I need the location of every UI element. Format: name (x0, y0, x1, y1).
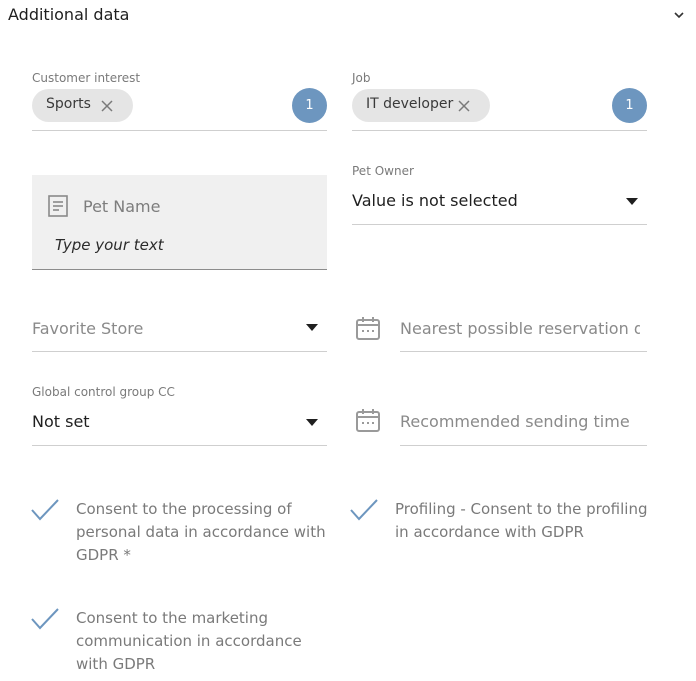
checkmark-icon[interactable] (30, 607, 60, 631)
chip-label: Sports (46, 96, 91, 112)
favorite-store-placeholder: Favorite Store (32, 319, 144, 338)
additional-data-panel: Additional data Customer interest Sports… (0, 0, 696, 681)
checkmark-icon[interactable] (30, 498, 60, 522)
global-control-group-value: Not set (32, 412, 90, 431)
field-underline (32, 130, 327, 131)
pet-owner-value: Value is not selected (352, 191, 518, 210)
dropdown-caret-icon[interactable] (306, 324, 318, 331)
section-header[interactable]: Additional data (0, 0, 696, 30)
customer-interest-label: Customer interest (32, 71, 141, 85)
remove-chip-icon[interactable] (101, 100, 113, 112)
consent-label: Consent to the processing of personal da… (76, 500, 326, 564)
customer-interest-count-badge: 1 (292, 88, 327, 123)
field-underline (352, 224, 647, 225)
dropdown-caret-icon[interactable] (626, 198, 638, 205)
calendar-icon[interactable] (355, 407, 381, 433)
field-underline (32, 445, 327, 446)
field-underline (352, 130, 647, 131)
field-underline (400, 351, 647, 352)
job-count-badge: 1 (612, 88, 647, 123)
field-underline (400, 445, 647, 446)
checkmark-icon[interactable] (349, 498, 379, 522)
nearest-reservation-date-placeholder: Nearest possible reservation date (400, 319, 640, 338)
calendar-icon[interactable] (355, 315, 381, 341)
section-title: Additional data (8, 5, 130, 24)
global-control-group-label: Global control group CC (32, 385, 175, 399)
pet-name-input[interactable]: Type your text (55, 236, 164, 254)
remove-chip-icon[interactable] (458, 100, 470, 112)
chevron-down-icon[interactable] (672, 8, 686, 22)
pet-name-label: Pet Name (83, 197, 161, 216)
document-icon (48, 195, 68, 217)
job-chip: IT developer (352, 89, 490, 122)
consent-label: Profiling - Consent to the profiling in … (395, 500, 648, 541)
recommended-sending-time-placeholder: Recommended sending time (400, 412, 630, 431)
consent-label: Consent to the marketing communication i… (76, 609, 302, 673)
job-label: Job (352, 71, 371, 85)
customer-interest-chip: Sports (32, 89, 133, 122)
pet-owner-label: Pet Owner (352, 164, 414, 178)
chip-label: IT developer (366, 96, 454, 112)
field-underline (32, 351, 327, 352)
pet-name-field[interactable]: Pet Name Type your text (32, 175, 327, 270)
dropdown-caret-icon[interactable] (306, 419, 318, 426)
